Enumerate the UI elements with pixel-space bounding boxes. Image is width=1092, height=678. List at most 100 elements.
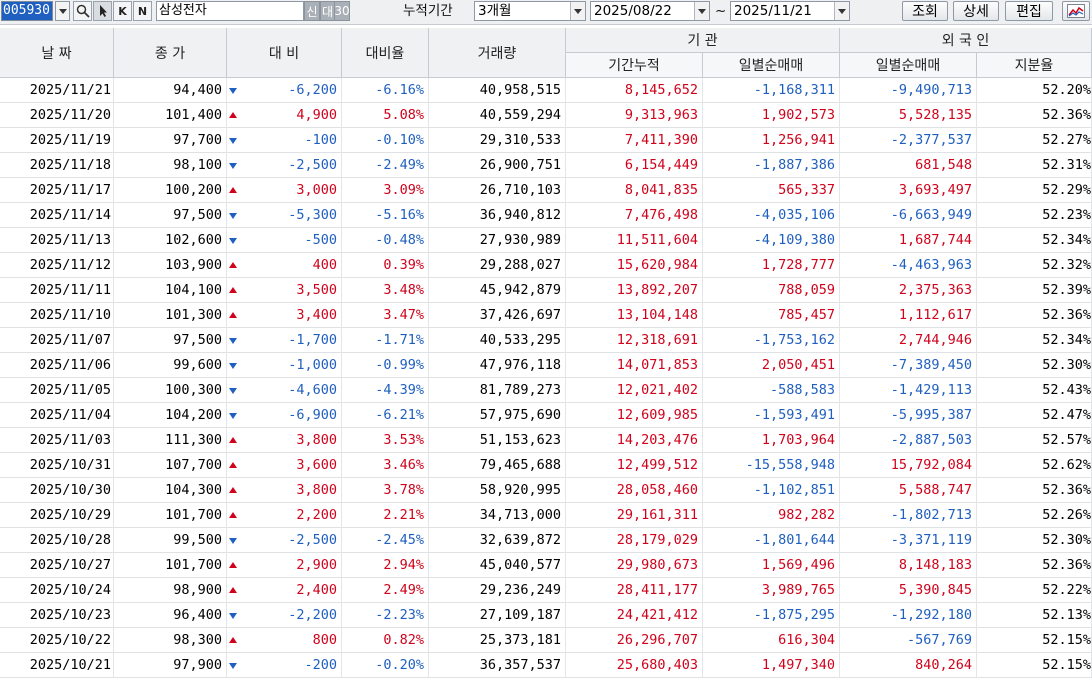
table-row[interactable]: 2025/10/24 98,900 2,400 2.49% 29,236,249 28,4… [0, 578, 1092, 603]
row-change-pct: -0.99% [342, 353, 429, 378]
triangle-up-icon [229, 512, 237, 518]
end-date-field[interactable]: 2025/11/21 [730, 1, 850, 21]
row-close: 107,700 [114, 453, 227, 478]
thirty-button[interactable]: 30 [334, 1, 350, 21]
row-change: -2,500 [227, 528, 342, 553]
row-close: 101,700 [114, 553, 227, 578]
triangle-up-icon [229, 587, 237, 593]
k-button[interactable]: K [113, 1, 132, 21]
row-change-pct: -4.39% [342, 378, 429, 403]
row-change-pct: 3.48% [342, 278, 429, 303]
n-button[interactable]: N [133, 1, 152, 21]
table-row[interactable]: 2025/11/20 101,400 4,900 5.08% 40,559,294 9,3… [0, 103, 1092, 128]
row-date: 2025/11/14 [0, 203, 114, 228]
header-foreign-group: 외 국 인 [840, 28, 1092, 53]
header-date[interactable]: 날 짜 [0, 28, 114, 78]
row-inst-cumulative: 7,411,390 [566, 128, 703, 153]
chart-icon[interactable] [1062, 1, 1090, 21]
header-close[interactable]: 종 가 [114, 28, 227, 78]
row-foreign-share: 52.39% [977, 278, 1092, 303]
pointer-icon[interactable] [93, 1, 112, 21]
table-row[interactable]: 2025/11/14 97,500 -5,300 -5.16% 36,940,812 7,… [0, 203, 1092, 228]
row-close: 97,900 [114, 653, 227, 678]
query-button[interactable]: 조회 [902, 1, 948, 21]
triangle-up-icon [229, 262, 237, 268]
header-foreign-daily-net[interactable]: 일별순매매 [840, 53, 977, 78]
table-row[interactable]: 2025/11/18 98,100 -2,500 -2.49% 26,900,751 6,… [0, 153, 1092, 178]
chevron-down-icon[interactable] [694, 2, 709, 20]
table-row[interactable]: 2025/11/04 104,200 -6,900 -6.21% 57,975,690 1… [0, 403, 1092, 428]
table-row[interactable]: 2025/10/21 97,900 -200 -0.20% 36,357,537 25,6… [0, 653, 1092, 678]
triangle-down-icon [229, 138, 237, 144]
row-foreign-share: 52.32% [977, 253, 1092, 278]
header-foreign-share[interactable]: 지분율 [977, 53, 1092, 78]
chevron-down-icon[interactable] [570, 2, 585, 20]
row-volume: 57,975,690 [429, 403, 566, 428]
row-foreign-daily-net: -1,429,113 [840, 378, 977, 403]
header-inst-daily-net[interactable]: 일별순매매 [703, 53, 840, 78]
table-row[interactable]: 2025/11/07 97,500 -1,700 -1.71% 40,533,295 12… [0, 328, 1092, 353]
header-inst-cumulative[interactable]: 기간누적 [566, 53, 703, 78]
table-row[interactable]: 2025/10/31 107,700 3,600 3.46% 79,465,688 12,… [0, 453, 1092, 478]
row-foreign-daily-net: -9,490,713 [840, 78, 977, 103]
stock-name-input[interactable]: 삼성전자 [156, 1, 304, 21]
table-row[interactable]: 2025/11/19 97,700 -100 -0.10% 29,310,533 7,41… [0, 128, 1092, 153]
row-inst-cumulative: 26,296,707 [566, 628, 703, 653]
row-foreign-daily-net: 681,548 [840, 153, 977, 178]
row-volume: 34,713,000 [429, 503, 566, 528]
row-foreign-daily-net: -4,463,963 [840, 253, 977, 278]
header-change[interactable]: 대 비 [227, 28, 342, 78]
table-row[interactable]: 2025/11/03 111,300 3,800 3.53% 51,153,623 14,… [0, 428, 1092, 453]
table-row[interactable]: 2025/11/05 100,300 -4,600 -4.39% 81,789,273 1… [0, 378, 1092, 403]
triangle-up-icon [229, 437, 237, 443]
table-row[interactable]: 2025/11/12 103,900 400 0.39% 29,288,027 15,62… [0, 253, 1092, 278]
table-row[interactable]: 2025/11/17 100,200 3,000 3.09% 26,710,103 8,0… [0, 178, 1092, 203]
triangle-up-icon [229, 287, 237, 293]
sin-button[interactable]: 신 [304, 1, 320, 21]
triangle-up-icon [229, 487, 237, 493]
row-inst-daily-net: 3,989,765 [703, 578, 840, 603]
row-date: 2025/11/07 [0, 328, 114, 353]
table-row[interactable]: 2025/10/28 99,500 -2,500 -2.45% 32,639,872 28… [0, 528, 1092, 553]
edit-button[interactable]: 편집 [1005, 1, 1053, 21]
row-close: 102,600 [114, 228, 227, 253]
period-select[interactable]: 3개월 [474, 1, 586, 21]
table-row[interactable]: 2025/11/21 94,400 -6,200 -6.16% 40,958,515 8,… [0, 78, 1092, 103]
header-volume[interactable]: 거래량 [429, 28, 566, 78]
stock-code-input[interactable]: 005930 [1, 1, 53, 21]
row-date: 2025/11/12 [0, 253, 114, 278]
row-foreign-share: 52.57% [977, 428, 1092, 453]
table-row[interactable]: 2025/11/10 101,300 3,400 3.47% 37,426,697 13,… [0, 303, 1092, 328]
header-change-pct[interactable]: 대비율 [342, 28, 429, 78]
row-change-pct: 3.47% [342, 303, 429, 328]
row-date: 2025/10/23 [0, 603, 114, 628]
table-row[interactable]: 2025/11/11 104,100 3,500 3.48% 45,942,879 13,… [0, 278, 1092, 303]
row-inst-daily-net: -1,887,386 [703, 153, 840, 178]
table-row[interactable]: 2025/10/27 101,700 2,900 2.94% 45,040,577 29,… [0, 553, 1092, 578]
start-date-field[interactable]: 2025/08/22 [590, 1, 710, 21]
chevron-down-icon[interactable] [834, 2, 849, 20]
table-row[interactable]: 2025/11/13 102,600 -500 -0.48% 27,930,989 11,… [0, 228, 1092, 253]
row-volume: 40,559,294 [429, 103, 566, 128]
row-change-pct: 2.21% [342, 503, 429, 528]
period-select-value: 3개월 [478, 3, 512, 19]
row-change: 2,900 [227, 553, 342, 578]
row-close: 104,300 [114, 478, 227, 503]
row-volume: 29,288,027 [429, 253, 566, 278]
start-date-value: 2025/08/22 [594, 3, 672, 19]
dae-button[interactable]: 대 [320, 1, 335, 21]
row-inst-cumulative: 28,411,177 [566, 578, 703, 603]
row-inst-cumulative: 13,892,207 [566, 278, 703, 303]
stock-code-dropdown-button[interactable] [55, 1, 70, 21]
table-row[interactable]: 2025/10/22 98,300 800 0.82% 25,373,181 26,296… [0, 628, 1092, 653]
table-row[interactable]: 2025/11/06 99,600 -1,000 -0.99% 47,976,118 14… [0, 353, 1092, 378]
row-close: 99,500 [114, 528, 227, 553]
detail-button[interactable]: 상세 [953, 1, 999, 21]
row-foreign-share: 52.36% [977, 553, 1092, 578]
table-row[interactable]: 2025/10/29 101,700 2,200 2.21% 34,713,000 29,… [0, 503, 1092, 528]
row-foreign-daily-net: 840,264 [840, 653, 977, 678]
table-row[interactable]: 2025/10/23 96,400 -2,200 -2.23% 27,109,187 24… [0, 603, 1092, 628]
table-row[interactable]: 2025/10/30 104,300 3,800 3.78% 58,920,995 28,… [0, 478, 1092, 503]
search-icon[interactable] [73, 1, 92, 21]
row-inst-cumulative: 12,609,985 [566, 403, 703, 428]
